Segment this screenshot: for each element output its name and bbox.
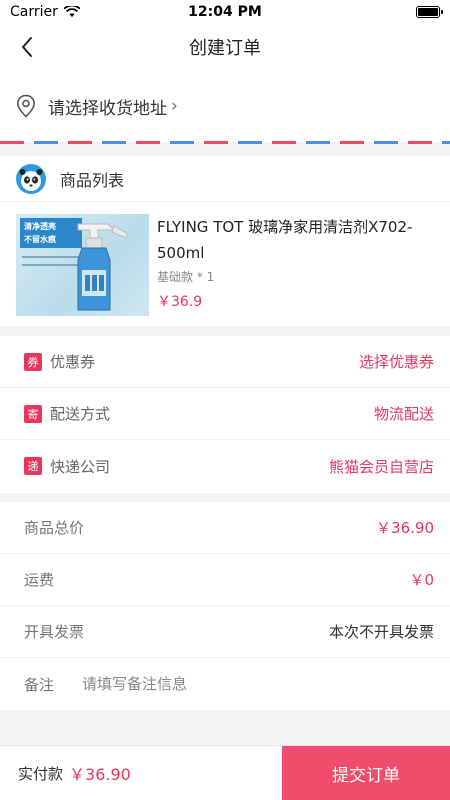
panda-avatar-icon	[16, 163, 46, 194]
back-button[interactable]	[12, 32, 42, 62]
pay-label: 实付款	[18, 764, 64, 783]
goods-card: 商品列表 清净透亮 不留水痕 FLYING TOT 玻璃净家用清洁剂X702-5…	[0, 156, 450, 326]
courier-badge-icon: 递	[24, 457, 42, 475]
total-row: 商品总价 ￥36.90	[0, 502, 450, 554]
courier-label: 快递公司	[50, 457, 111, 476]
page-title: 创建订单	[189, 38, 261, 59]
battery-icon	[416, 6, 443, 18]
product-info: FLYING TOT 玻璃净家用清洁剂X702-500ml 基础款 * 1 ￥3…	[157, 214, 434, 316]
status-left: Carrier	[10, 4, 80, 20]
remark-label: 备注	[24, 675, 55, 694]
pay-amount: ￥36.90	[69, 765, 131, 784]
address-selector[interactable]: 请选择收货地址 ›	[0, 70, 450, 142]
remark-row: 备注	[0, 658, 450, 710]
status-bar: Carrier 12:04 PM	[0, 0, 450, 24]
location-pin-icon	[16, 94, 36, 118]
product-name: FLYING TOT 玻璃净家用清洁剂X702-500ml	[157, 218, 413, 262]
invoice-label: 开具发票	[24, 623, 85, 641]
submit-order-button[interactable]: 提交订单	[282, 745, 450, 800]
courier-value: 熊猫会员自营店	[328, 457, 434, 476]
chevron-left-icon	[22, 37, 32, 57]
product-image: 清净透亮 不留水痕	[16, 214, 149, 316]
airmail-border	[0, 141, 450, 144]
invoice-value: 本次不开具发票	[328, 623, 434, 641]
product-spec: 基础款 * 1	[157, 270, 215, 284]
shipping-label: 运费	[24, 571, 55, 589]
remark-input[interactable]	[82, 675, 434, 693]
total-value: ￥36.90	[376, 519, 434, 537]
shipping-row: 运费 ￥0	[0, 554, 450, 606]
carrier-label: Carrier	[10, 4, 58, 20]
bottom-bar: 实付款 ￥36.90 提交订单	[0, 745, 450, 800]
total-label: 商品总价	[24, 519, 85, 537]
delivery-label: 配送方式	[50, 405, 111, 423]
delivery-value: 物流配送	[373, 405, 434, 423]
nav-bar: 创建订单	[0, 24, 450, 70]
delivery-row[interactable]: 寄 配送方式 物流配送	[0, 388, 450, 440]
address-placeholder: 请选择收货地址	[48, 98, 167, 119]
spray-bottle-icon	[77, 223, 129, 311]
goods-section-title: 商品列表	[60, 170, 125, 190]
coupon-badge-icon: 券	[24, 352, 42, 371]
goods-item[interactable]: 清净透亮 不留水痕 FLYING TOT 玻璃净家用清洁剂X702-500ml …	[0, 202, 450, 328]
summary-card: 商品总价 ￥36.90 运费 ￥0 开具发票 本次不开具发票 备注	[0, 502, 450, 710]
shipping-value: ￥0	[409, 571, 434, 589]
chevron-right-icon: ›	[171, 96, 178, 116]
courier-row[interactable]: 递 快递公司 熊猫会员自营店	[0, 440, 450, 492]
wifi-icon	[63, 6, 80, 17]
options-card: 券 优惠券 选择优惠券 寄 配送方式 物流配送 递 快递公司 熊猫会员自营店	[0, 336, 450, 493]
goods-header: 商品列表	[0, 156, 450, 202]
coupon-value: 选择优惠券	[358, 353, 434, 371]
invoice-row[interactable]: 开具发票 本次不开具发票	[0, 606, 450, 658]
product-price: ￥36.9	[157, 294, 203, 310]
coupon-row[interactable]: 券 优惠券 选择优惠券	[0, 336, 450, 388]
coupon-label: 优惠券	[50, 353, 96, 371]
delivery-badge-icon: 寄	[24, 404, 42, 423]
